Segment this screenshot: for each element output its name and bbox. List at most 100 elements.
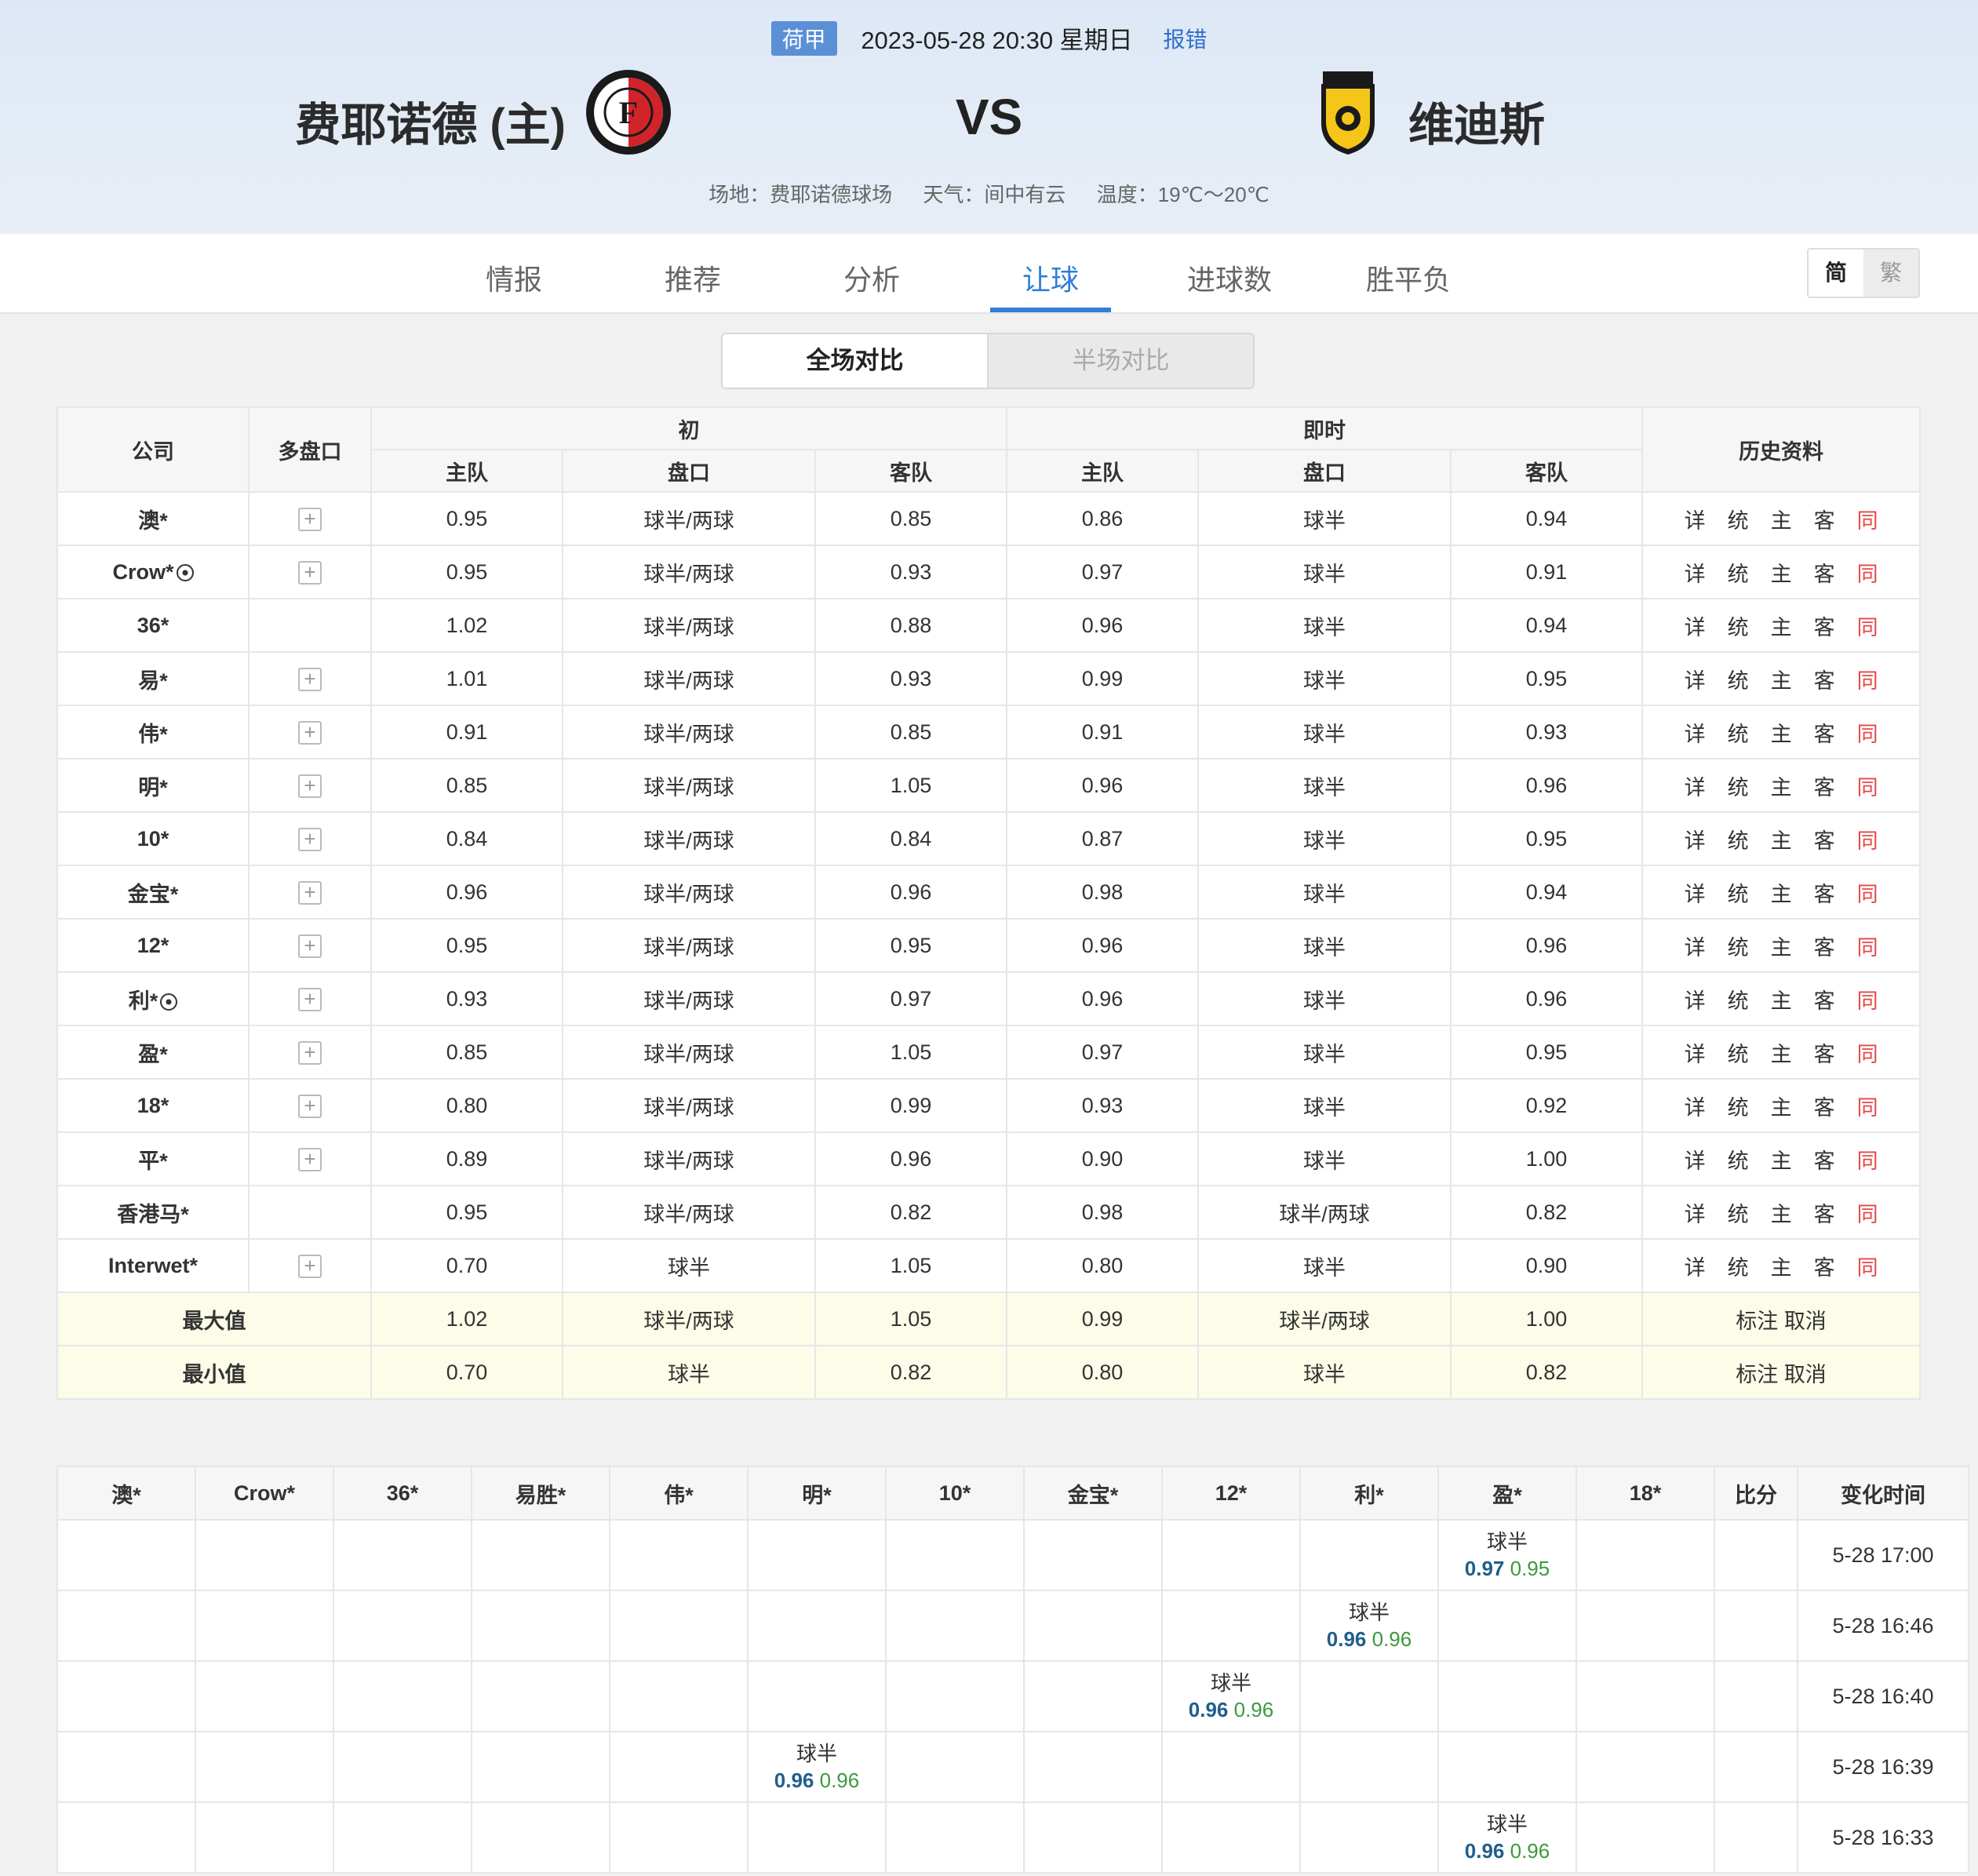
company-cell[interactable]: 金宝* <box>56 865 250 920</box>
history-link[interactable]: 客 <box>1814 1091 1835 1121</box>
history-link[interactable]: 详 <box>1685 557 1706 588</box>
history-link[interactable]: 统 <box>1728 1037 1749 1068</box>
lang-simplified-button[interactable]: 简 <box>1809 250 1863 297</box>
history-link[interactable]: 客 <box>1814 557 1835 588</box>
history-link[interactable]: 详 <box>1685 717 1706 748</box>
history-link[interactable]: 主 <box>1771 610 1792 641</box>
history-link[interactable]: 主 <box>1771 1251 1792 1281</box>
expand-plus-icon[interactable]: + <box>298 880 322 905</box>
history-link[interactable]: 主 <box>1771 557 1792 588</box>
history-link[interactable]: 同 <box>1857 770 1878 801</box>
history-link[interactable]: 同 <box>1857 984 1878 1014</box>
history-link[interactable]: 客 <box>1814 931 1835 961</box>
history-link[interactable]: 同 <box>1857 557 1878 588</box>
history-link[interactable]: 客 <box>1814 664 1835 694</box>
tab-analysis[interactable]: 分析 <box>809 257 934 298</box>
expand-plus-icon[interactable]: + <box>298 774 322 798</box>
company-cell[interactable]: 盈* <box>56 1025 250 1080</box>
history-link[interactable]: 同 <box>1857 931 1878 961</box>
history-link[interactable]: 详 <box>1685 504 1706 534</box>
tab-intel[interactable]: 情报 <box>451 257 577 298</box>
company-cell[interactable]: 平* <box>56 1131 250 1186</box>
expand-plus-icon[interactable]: + <box>298 720 322 745</box>
history-link[interactable]: 主 <box>1771 717 1792 748</box>
history-link[interactable]: 详 <box>1685 877 1706 908</box>
mark-link[interactable]: 标注 <box>1736 1310 1778 1333</box>
history-link[interactable]: 客 <box>1814 504 1835 534</box>
history-link[interactable]: 客 <box>1814 984 1835 1014</box>
history-link[interactable]: 同 <box>1857 610 1878 641</box>
half-match-compare-button[interactable]: 半场对比 <box>989 334 1253 388</box>
history-link[interactable]: 同 <box>1857 1144 1878 1175</box>
history-link[interactable]: 同 <box>1857 1091 1878 1121</box>
history-link[interactable]: 客 <box>1814 610 1835 641</box>
tab-recommend[interactable]: 推荐 <box>630 257 756 298</box>
league-badge[interactable]: 荷甲 <box>770 20 837 56</box>
history-link[interactable]: 统 <box>1728 931 1749 961</box>
history-link[interactable]: 统 <box>1728 1251 1749 1281</box>
company-cell[interactable]: 10* <box>56 811 250 866</box>
history-link[interactable]: 客 <box>1814 1197 1835 1228</box>
history-link[interactable]: 客 <box>1814 1037 1835 1068</box>
cancel-link[interactable]: 取消 <box>1784 1310 1827 1333</box>
tab-goals[interactable]: 进球数 <box>1167 257 1292 298</box>
expand-plus-icon[interactable]: + <box>298 560 322 585</box>
expand-plus-icon[interactable]: + <box>298 507 322 531</box>
company-cell[interactable]: 利* <box>56 971 250 1026</box>
history-link[interactable]: 主 <box>1771 664 1792 694</box>
history-link[interactable]: 客 <box>1814 824 1835 854</box>
history-link[interactable]: 详 <box>1685 770 1706 801</box>
history-link[interactable]: 同 <box>1857 717 1878 748</box>
history-link[interactable]: 统 <box>1728 664 1749 694</box>
history-link[interactable]: 统 <box>1728 877 1749 908</box>
history-link[interactable]: 同 <box>1857 1037 1878 1068</box>
history-link[interactable]: 同 <box>1857 664 1878 694</box>
company-cell[interactable]: 12* <box>56 918 250 973</box>
history-link[interactable]: 主 <box>1771 824 1792 854</box>
lang-traditional-button[interactable]: 繁 <box>1863 250 1918 297</box>
history-link[interactable]: 客 <box>1814 770 1835 801</box>
history-link[interactable]: 同 <box>1857 504 1878 534</box>
history-link[interactable]: 详 <box>1685 610 1706 641</box>
company-cell[interactable]: Crow* <box>56 545 250 599</box>
mark-link[interactable]: 标注 <box>1736 1363 1778 1386</box>
expand-plus-icon[interactable]: + <box>298 667 322 691</box>
company-cell[interactable]: 香港马* <box>56 1185 250 1240</box>
report-error-link[interactable]: 报错 <box>1163 27 1207 52</box>
history-link[interactable]: 主 <box>1771 931 1792 961</box>
company-cell[interactable]: 18* <box>56 1078 250 1133</box>
expand-plus-icon[interactable]: + <box>298 1254 322 1278</box>
company-cell[interactable]: 澳* <box>56 491 250 546</box>
history-link[interactable]: 统 <box>1728 824 1749 854</box>
history-link[interactable]: 详 <box>1685 664 1706 694</box>
history-link[interactable]: 客 <box>1814 717 1835 748</box>
expand-plus-icon[interactable]: + <box>298 827 322 851</box>
history-link[interactable]: 统 <box>1728 717 1749 748</box>
history-link[interactable]: 主 <box>1771 984 1792 1014</box>
history-link[interactable]: 客 <box>1814 1144 1835 1175</box>
company-cell[interactable]: 明* <box>56 758 250 813</box>
history-link[interactable]: 主 <box>1771 504 1792 534</box>
history-link[interactable]: 详 <box>1685 1091 1706 1121</box>
cancel-link[interactable]: 取消 <box>1784 1363 1827 1386</box>
history-link[interactable]: 统 <box>1728 984 1749 1014</box>
history-link[interactable]: 主 <box>1771 877 1792 908</box>
tab-handicap[interactable]: 让球 <box>988 257 1113 298</box>
history-link[interactable]: 统 <box>1728 770 1749 801</box>
history-link[interactable]: 详 <box>1685 931 1706 961</box>
history-link[interactable]: 客 <box>1814 1251 1835 1281</box>
history-link[interactable]: 主 <box>1771 1037 1792 1068</box>
history-link[interactable]: 同 <box>1857 1197 1878 1228</box>
expand-plus-icon[interactable]: + <box>298 987 322 1011</box>
history-link[interactable]: 统 <box>1728 557 1749 588</box>
company-cell[interactable]: 易* <box>56 651 250 706</box>
expand-plus-icon[interactable]: + <box>298 1040 322 1065</box>
history-link[interactable]: 详 <box>1685 1037 1706 1068</box>
expand-plus-icon[interactable]: + <box>298 1147 322 1171</box>
history-link[interactable]: 统 <box>1728 504 1749 534</box>
full-match-compare-button[interactable]: 全场对比 <box>723 334 989 388</box>
history-link[interactable]: 详 <box>1685 984 1706 1014</box>
history-link[interactable]: 同 <box>1857 824 1878 854</box>
company-cell[interactable]: 伟* <box>56 705 250 760</box>
expand-plus-icon[interactable]: + <box>298 1094 322 1118</box>
